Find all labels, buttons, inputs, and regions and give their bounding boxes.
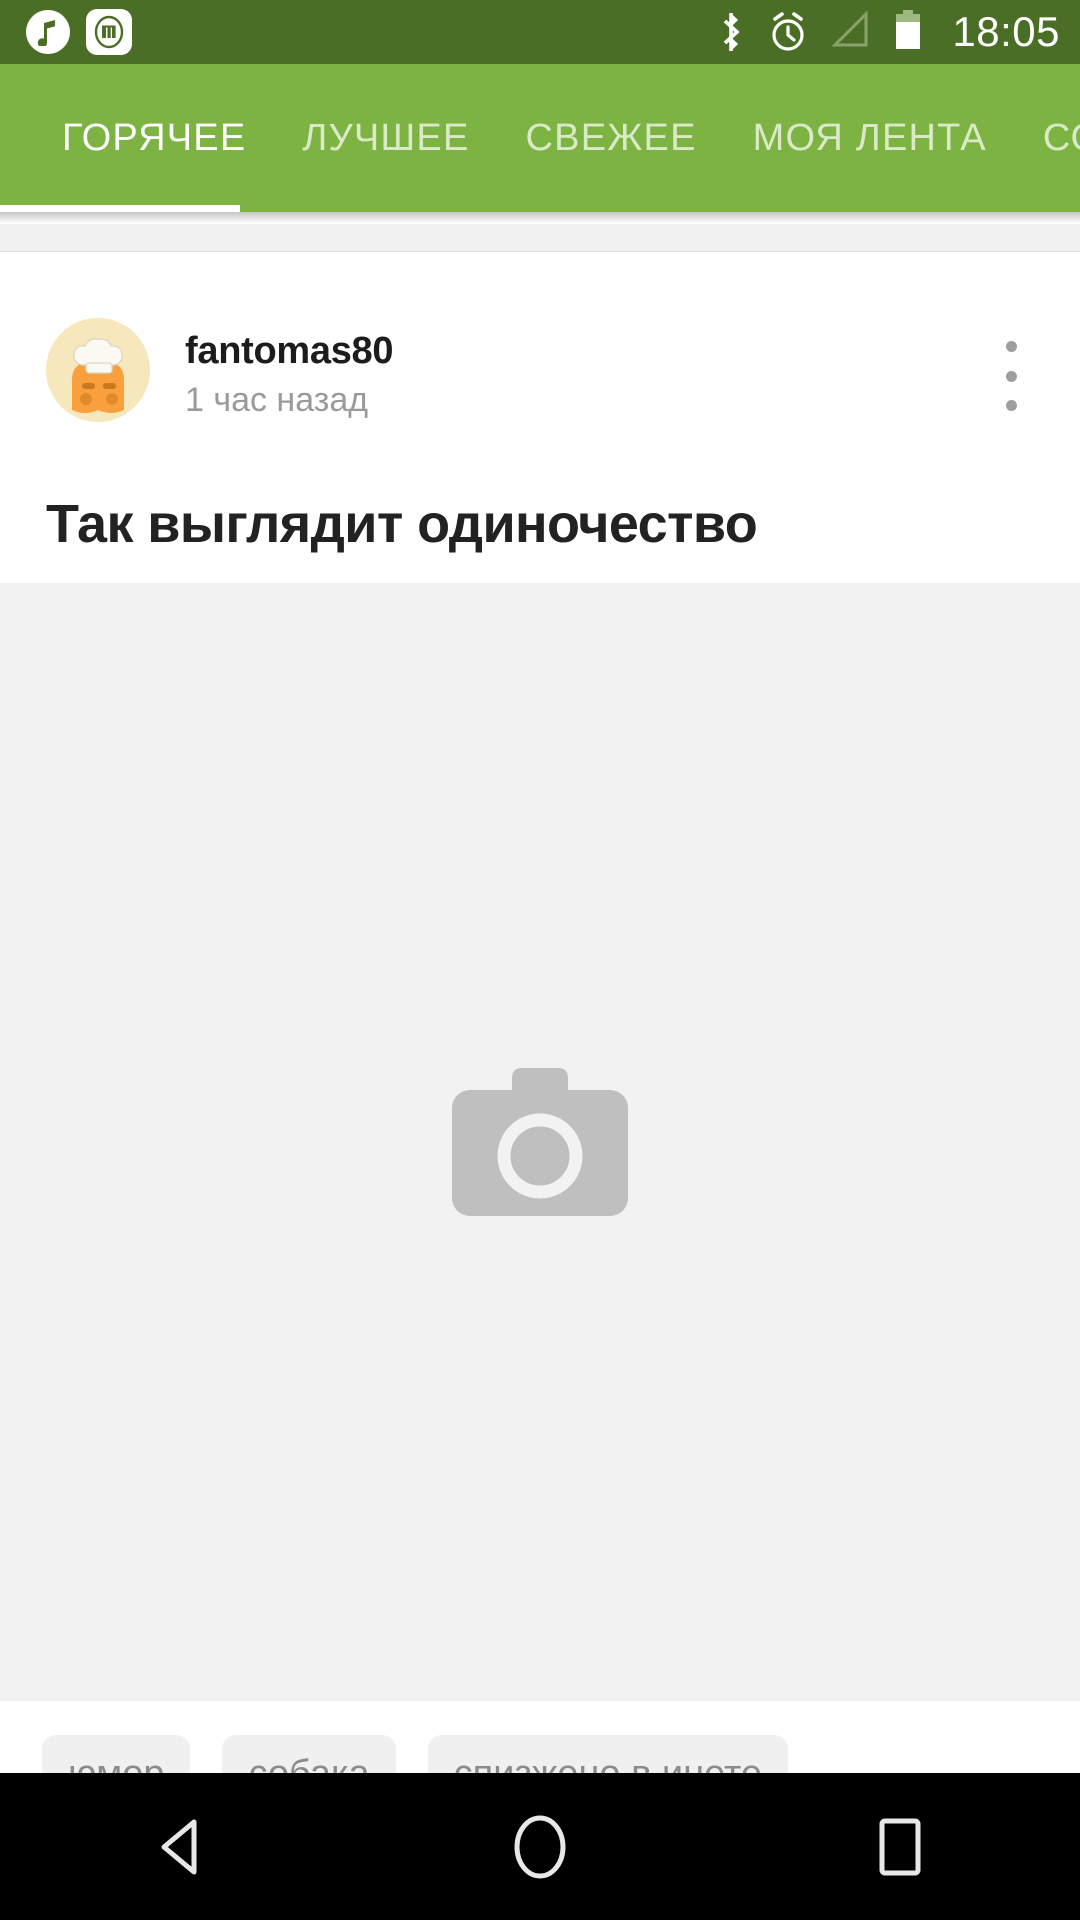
- alarm-clock-icon: [766, 10, 810, 54]
- menu-dot: [1005, 341, 1017, 352]
- circle-icon: [514, 1815, 566, 1878]
- tab-active-indicator: [0, 205, 240, 212]
- tab-communities[interactable]: СООБЩЕСТВА: [1015, 64, 1080, 212]
- bluetooth-icon: [716, 10, 746, 54]
- camera-icon: [452, 1068, 628, 1216]
- status-bar-system-icons: 18:05: [716, 0, 1060, 64]
- signal-no-service-icon: [830, 9, 872, 55]
- music-notification-icon: [26, 10, 70, 54]
- category-tab-bar: ГОРЯЧЕЕ ЛУЧШЕЕ СВЕЖЕЕ МОЯ ЛЕНТА СООБЩЕСТ…: [0, 64, 1080, 212]
- nav-home-button[interactable]: [460, 1773, 620, 1920]
- triangle-left-icon: [161, 1819, 197, 1874]
- avatar[interactable]: [46, 318, 150, 422]
- battery-icon: [892, 8, 924, 57]
- tab-my-feed[interactable]: МОЯ ЛЕНТА: [725, 64, 1015, 212]
- tab-hot[interactable]: ГОРЯЧЕЕ: [34, 64, 274, 212]
- status-bar: 18:05: [0, 0, 1080, 64]
- status-bar-notification-icons: [26, 9, 132, 55]
- tab-strip[interactable]: ГОРЯЧЕЕ ЛУЧШЕЕ СВЕЖЕЕ МОЯ ЛЕНТА СООБЩЕСТ…: [0, 64, 1080, 212]
- status-bar-clock: 18:05: [952, 8, 1060, 55]
- menu-dot: [1005, 370, 1017, 382]
- nav-recents-button[interactable]: [820, 1773, 980, 1920]
- tab-bar-shadow: [0, 212, 1080, 224]
- feed-separator: [0, 224, 1080, 252]
- system-navigation-bar: [0, 1773, 1080, 1920]
- mi-app-notification-icon: [86, 9, 132, 55]
- app-screen: 18:05 ГОРЯЧЕЕ ЛУЧШЕЕ СВЕЖЕЕ МОЯ ЛЕНТА СО…: [0, 0, 1080, 1920]
- post-author-name[interactable]: fantomas80: [185, 328, 394, 374]
- tab-best[interactable]: ЛУЧШЕЕ: [274, 64, 497, 212]
- post-author-block[interactable]: fantomas80 1 час назад: [185, 328, 394, 424]
- square-icon: [879, 1818, 921, 1875]
- post-image-placeholder[interactable]: [0, 583, 1080, 1701]
- post-title[interactable]: Так выглядит одиночество: [46, 492, 1046, 556]
- nav-back-button[interactable]: [100, 1773, 260, 1920]
- menu-dot: [1005, 400, 1017, 411]
- post-timestamp: 1 час назад: [185, 381, 369, 419]
- more-vertical-icon[interactable]: [980, 337, 1042, 415]
- tab-fresh[interactable]: СВЕЖЕЕ: [498, 64, 725, 212]
